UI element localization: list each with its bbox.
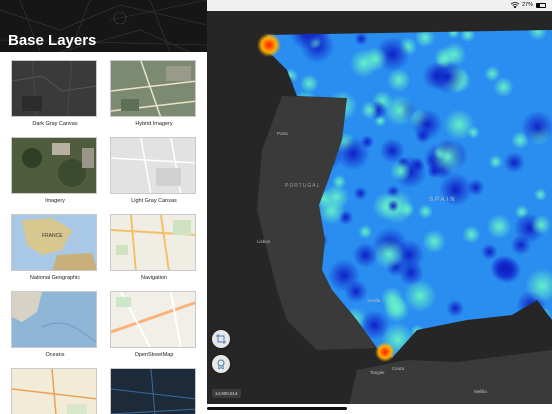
layer-thumbnail [11, 368, 97, 414]
label-melilla: Melilla [474, 389, 487, 394]
layer-tile-osm[interactable]: OpenStreetMap [110, 291, 198, 358]
scale-readout: 14,900,514 [212, 389, 241, 398]
battery-percent: 27% [521, 2, 533, 8]
status-right: 27% [510, 2, 546, 8]
layer-thumbnail [11, 291, 97, 348]
layer-thumbnail [110, 368, 196, 414]
panel-title: Base Layers [8, 32, 97, 49]
layer-thumbnail [11, 137, 97, 194]
layer-label: Light Gray Canvas [131, 198, 177, 204]
layer-tile-oceans[interactable]: Oceans [11, 291, 99, 358]
ribbon-icon [217, 359, 225, 369]
svg-text:FRANCE: FRANCE [42, 233, 63, 239]
layer-tile-streets[interactable] [11, 368, 99, 414]
select-area-button[interactable] [212, 330, 230, 348]
layer-tile-light-gray[interactable]: Light Gray Canvas [110, 137, 198, 204]
layer-thumbnail [11, 60, 97, 117]
layer-thumbnail [110, 291, 196, 348]
layer-tile-hybrid[interactable]: Hybrid Imagery [110, 60, 198, 127]
map-view[interactable]: Porto PORTUGAL SPAIN Lisbon Sevilla Tang… [207, 0, 552, 414]
layer-thumbnail [110, 60, 196, 117]
label-porto: Porto [277, 131, 288, 136]
basemap [207, 0, 552, 414]
layer-label: Imagery [45, 198, 65, 204]
location-button[interactable] [212, 355, 230, 373]
label-sevilla: Sevilla [367, 298, 381, 303]
layer-thumbnail: FRANCE [11, 214, 97, 271]
layer-tile-imagery[interactable]: Imagery [11, 137, 99, 204]
label-spain: SPAIN [429, 197, 457, 203]
layer-label: OpenStreetMap [134, 352, 174, 358]
layer-label: Hybrid Imagery [135, 121, 173, 127]
panel-header: Base Layers [0, 0, 207, 52]
app-root: Base Layers Dark Gray Canvas Hybrid Image… [0, 0, 552, 414]
crop-icon [216, 334, 226, 344]
wifi-icon [510, 2, 519, 8]
label-tangier: Tangier [370, 370, 385, 375]
layer-label: Navigation [141, 275, 167, 281]
layer-thumbnail [110, 214, 196, 271]
layer-thumbnail [110, 137, 196, 194]
layer-tile-natgeo[interactable]: FRANCE National Geographic [11, 214, 99, 281]
label-ceuta: Ceuta [392, 366, 405, 371]
layer-tile-dark-streets[interactable] [110, 368, 198, 414]
layer-tile-navigation[interactable]: Navigation [110, 214, 198, 281]
base-layers-panel: Base Layers Dark Gray Canvas Hybrid Image… [0, 0, 207, 414]
layer-label: Dark Gray Canvas [32, 121, 78, 127]
layer-tile-dark-gray[interactable]: Dark Gray Canvas [11, 60, 99, 127]
layer-label: Oceans [45, 352, 65, 358]
label-portugal: PORTUGAL [285, 183, 321, 189]
battery-icon [536, 2, 546, 8]
status-bar: 27% [207, 0, 552, 11]
layer-label: National Geographic [29, 275, 81, 281]
label-lisbon: Lisbon [257, 239, 271, 244]
home-indicator[interactable] [207, 407, 347, 410]
